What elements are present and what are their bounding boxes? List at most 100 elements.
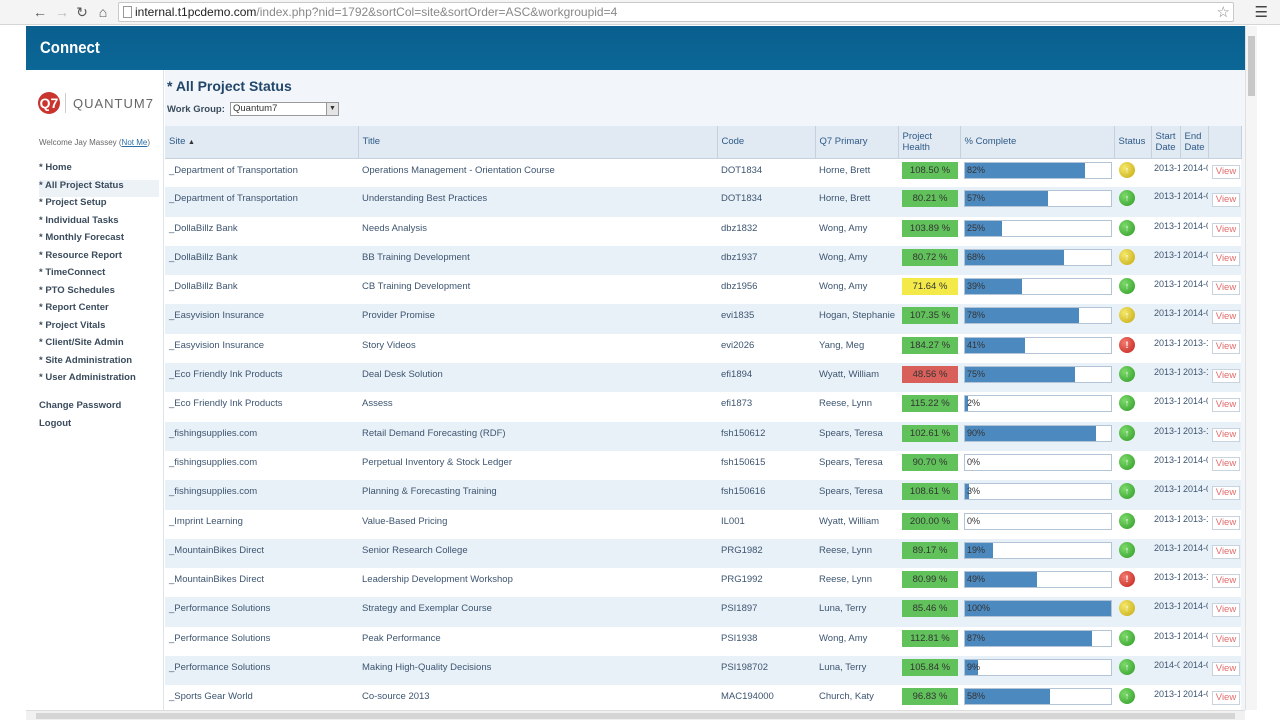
forward-arrow-icon[interactable]: → [54, 4, 70, 20]
workgroup-select[interactable]: Quantum7 ▼ [230, 102, 339, 116]
action-cell: View [1208, 334, 1241, 363]
page-icon [123, 6, 132, 18]
sidebar-nav: * Home * All Project Status * Project Setu… [39, 162, 159, 390]
sidebar-item-report-center[interactable]: * Report Center [39, 302, 159, 320]
progress-bar: 9% [964, 659, 1112, 677]
sidebar-item-project-setup[interactable]: * Project Setup [39, 197, 159, 215]
view-button[interactable]: View [1212, 691, 1240, 706]
view-button[interactable]: View [1212, 662, 1240, 677]
site-cell: _Department of Transportation [169, 164, 298, 176]
app-header: Connect [26, 26, 1245, 70]
code-cell: PSI198702 [721, 662, 769, 674]
sidebar-item-user-administration[interactable]: * User Administration [39, 372, 159, 390]
end-date-cell: 2014-05-02 [1183, 279, 1208, 290]
sidebar-item-pto-schedules[interactable]: * PTO Schedules [39, 285, 159, 303]
dropdown-arrow-icon[interactable]: ▼ [326, 103, 338, 115]
col-status[interactable]: Status [1114, 126, 1152, 159]
view-button[interactable]: View [1212, 310, 1240, 325]
col-start-date[interactable]: Start Date [1151, 126, 1181, 159]
start-date-cell: 2013-10-30 [1154, 572, 1180, 583]
code-cell: PSI1938 [721, 632, 758, 644]
change-password-link[interactable]: Change Password [39, 400, 121, 418]
vertical-scroll-thumb[interactable] [1248, 36, 1255, 96]
horizontal-scrollbar[interactable] [26, 710, 1245, 720]
col-site-label[interactable]: Site [169, 136, 185, 147]
sidebar-item-monthly-forecast[interactable]: * Monthly Forecast [39, 232, 159, 250]
percent-complete-cell: 0% [960, 510, 1114, 539]
start-date-cell: 2013-11-04 [1154, 220, 1180, 231]
code-cell: fsh150615 [721, 456, 766, 468]
code-cell: MAC194000 [721, 691, 774, 703]
status-cell: ↑ [1114, 275, 1151, 304]
table-row: _Easyvision Insurance Story Videos evi2026… [165, 333, 1241, 364]
view-button[interactable]: View [1212, 164, 1240, 179]
code-cell: PSI1897 [721, 603, 758, 615]
health-cell: 48.56 % [898, 363, 960, 392]
site-cell: _Easyvision Insurance [169, 339, 265, 351]
view-button[interactable]: View [1212, 544, 1240, 559]
progress-label: 90% [967, 427, 986, 438]
page-title: * All Project Status [167, 78, 292, 94]
sidebar-item-project-vitals[interactable]: * Project Vitals [39, 320, 159, 338]
primary-cell: Wong, Amy [819, 251, 868, 263]
view-button[interactable]: View [1212, 515, 1240, 530]
site-cell: _Performance Solutions [169, 662, 271, 674]
start-date-cell: 2013-10-02 [1154, 454, 1180, 465]
workgroup-value: Quantum7 [233, 103, 278, 114]
view-button[interactable]: View [1212, 603, 1240, 618]
view-button[interactable]: View [1212, 632, 1240, 647]
logo-wordmark: QUANTUM7 [73, 96, 154, 111]
col-code[interactable]: Code [717, 126, 816, 159]
sidebar-item-all-project-status[interactable]: * All Project Status [39, 179, 159, 197]
vertical-scrollbar[interactable] [1245, 26, 1257, 710]
sidebar-item-home[interactable]: * Home [39, 162, 159, 180]
col-title[interactable]: Title [358, 126, 718, 159]
sidebar-item-site-administration[interactable]: * Site Administration [39, 355, 159, 373]
site-cell: _fishingsupplies.com [169, 486, 258, 498]
health-badge: 112.81 % [902, 629, 958, 647]
table-row: _DollaBillz Bank CB Training Development d… [165, 275, 1241, 305]
percent-complete-cell: 68% [960, 246, 1114, 275]
col-percent-complete[interactable]: % Complete [960, 126, 1115, 159]
view-button[interactable]: View [1212, 427, 1240, 442]
progress-bar: 68% [964, 248, 1112, 266]
col-q7-primary[interactable]: Q7 Primary [815, 126, 899, 159]
health-cell: 96.83 % [898, 685, 960, 710]
percent-complete-cell: 3% [960, 480, 1114, 509]
view-button[interactable]: View [1212, 281, 1240, 296]
home-icon[interactable]: ⌂ [95, 4, 111, 20]
app-title: Connect [40, 38, 100, 57]
view-button[interactable]: View [1212, 574, 1240, 589]
not-me-link[interactable]: Not Me [122, 138, 148, 147]
view-button[interactable]: View [1212, 369, 1240, 384]
primary-cell: Church, Katy [819, 691, 874, 703]
horizontal-scroll-thumb[interactable] [36, 713, 1235, 719]
view-button[interactable]: View [1212, 193, 1240, 208]
status-yellow-icon: ↑ [1119, 600, 1135, 617]
progress-label: 9% [967, 662, 981, 673]
back-arrow-icon[interactable]: ← [32, 4, 48, 20]
sidebar-item-timeconnect[interactable]: * TimeConnect [39, 267, 159, 285]
status-cell: ↑ [1114, 627, 1151, 656]
col-site[interactable]: Site ▲ [165, 126, 359, 159]
sidebar-item-resource-report[interactable]: * Resource Report [39, 250, 159, 268]
logout-link[interactable]: Logout [39, 418, 121, 436]
project-status-table: Site ▲ Title Code Q7 Primary Project Hea… [165, 126, 1242, 710]
col-project-health[interactable]: Project Health [898, 126, 961, 159]
bookmark-star-icon[interactable]: ☆ [1217, 3, 1230, 21]
view-button[interactable]: View [1212, 339, 1240, 354]
progress-label: 68% [967, 251, 986, 262]
address-bar[interactable]: internal.t1pcdemo.com/index.php?nid=1792… [118, 2, 1234, 22]
col-end-date[interactable]: End Date [1180, 126, 1209, 159]
sidebar-item-client-site-admin[interactable]: * Client/Site Admin [39, 337, 159, 355]
sidebar-item-individual-tasks[interactable]: * Individual Tasks [39, 215, 159, 233]
reload-icon[interactable]: ↻ [74, 4, 90, 20]
start-date-cell: 2013-10-21 [1154, 425, 1180, 436]
view-button[interactable]: View [1212, 398, 1240, 413]
site-cell: _Department of Transportation [169, 193, 298, 205]
browser-menu-icon[interactable]: ☰ [1255, 3, 1268, 21]
view-button[interactable]: View [1212, 456, 1240, 471]
view-button[interactable]: View [1212, 251, 1240, 266]
view-button[interactable]: View [1212, 222, 1240, 237]
view-button[interactable]: View [1212, 486, 1240, 501]
